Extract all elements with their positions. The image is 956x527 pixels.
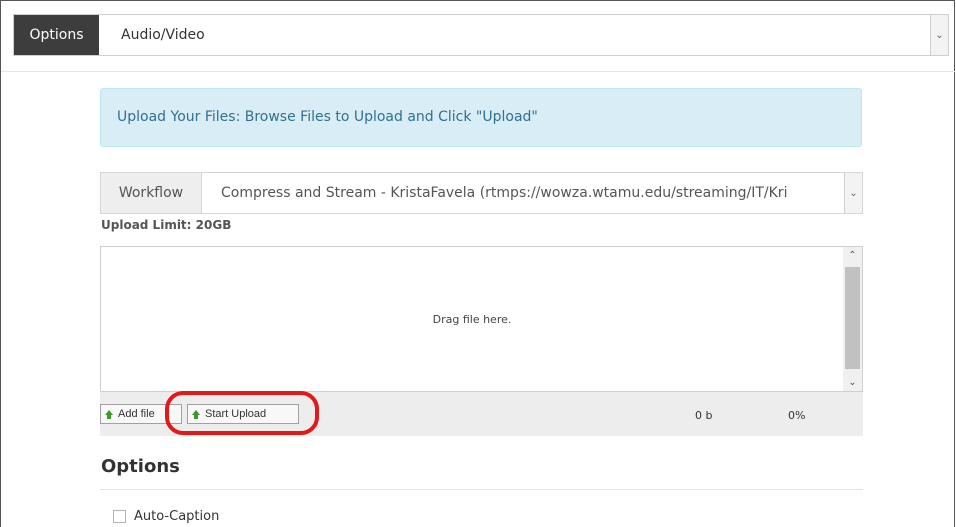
start-upload-button[interactable]: Start Upload (187, 404, 299, 424)
drop-zone-text: Drag file here. (432, 312, 512, 326)
workflow-label: Workflow (101, 173, 202, 213)
auto-caption-option[interactable]: Auto-Caption (113, 507, 219, 525)
chevron-down-icon[interactable]: ⌄ (844, 173, 862, 213)
upload-toolbar: Add file Start Upload 0 b 0% (100, 392, 863, 436)
add-file-button[interactable]: Add file (100, 404, 182, 424)
start-upload-label: Start Upload (205, 408, 267, 420)
media-type-selector[interactable]: Options Audio/Video ⌄ (13, 14, 949, 56)
vertical-scrollbar[interactable]: ⌃ ⌄ (843, 247, 862, 391)
upload-instructions-alert: Upload Your Files: Browse Files to Uploa… (100, 88, 862, 147)
scrollbar-thumb[interactable] (845, 267, 860, 369)
file-drop-zone[interactable]: Drag file here. ⌃ ⌄ (100, 246, 863, 392)
add-file-label: Add file (118, 408, 155, 420)
upload-percent: 0% (788, 409, 806, 422)
options-divider (100, 489, 863, 490)
arrow-up-icon (192, 409, 200, 419)
divider (1, 71, 955, 72)
upload-size: 0 b (695, 409, 713, 422)
options-heading: Options (101, 456, 180, 477)
scroll-up-arrow-icon[interactable]: ⌃ (843, 247, 862, 264)
workflow-value: Compress and Stream - KristaFavela (rtmp… (221, 185, 788, 201)
auto-caption-checkbox[interactable] (113, 509, 126, 523)
upload-limit-label: Upload Limit: 20GB (101, 218, 232, 232)
arrow-up-icon (105, 409, 113, 419)
workflow-select[interactable]: Workflow Compress and Stream - KristaFav… (100, 172, 863, 214)
chevron-down-icon[interactable]: ⌄ (930, 15, 948, 55)
options-tab[interactable]: Options (14, 15, 99, 55)
auto-caption-label: Auto-Caption (134, 508, 220, 524)
media-type-value: Audio/Video (121, 27, 205, 43)
scroll-down-arrow-icon[interactable]: ⌄ (843, 374, 862, 391)
